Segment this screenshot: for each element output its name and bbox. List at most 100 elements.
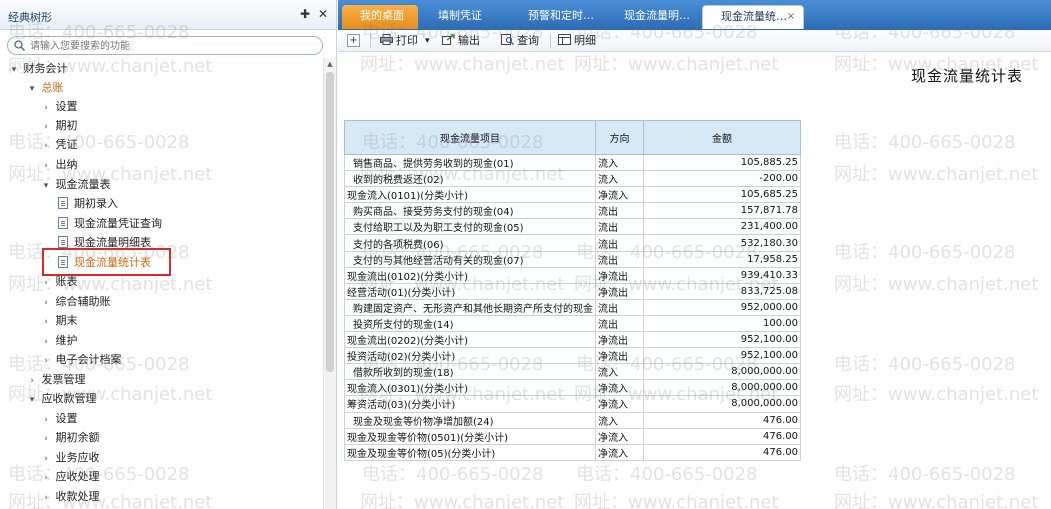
cell-item[interactable]: 现金流出(0202)(分类小计) — [344, 331, 596, 349]
cell-amount[interactable]: 105,685.25 — [643, 186, 801, 204]
cell-item[interactable]: 经营活动(01)(分类小计) — [344, 282, 596, 300]
cell-direction[interactable]: 流入 — [595, 363, 644, 381]
cell-direction[interactable]: 净流出 — [595, 282, 644, 300]
chevron-right-icon[interactable]: › — [40, 489, 52, 507]
tab-alerts-timing[interactable]: 预警和定时… — [510, 5, 606, 29]
cell-item[interactable]: 现金及现金等价物(05)(分类小计) — [344, 443, 596, 461]
scroll-up-arrow-icon[interactable]: ▲ — [324, 58, 336, 70]
close-panel-icon[interactable]: ✕ — [316, 7, 330, 21]
cell-amount[interactable]: 833,725.08 — [643, 282, 801, 300]
cell-direction[interactable]: 净流入 — [595, 395, 644, 413]
tree-node-business-receivable[interactable]: › 业务应收 — [40, 449, 99, 468]
table-row[interactable]: 销售商品、提供劳务收到的现金(01) 流入 105,885.25 — [344, 153, 801, 172]
cell-item[interactable]: 支付给职工以及为职工支付的现金(05) — [344, 218, 596, 236]
cell-amount[interactable]: 105,885.25 — [643, 153, 801, 172]
cell-direction[interactable]: 流入 — [595, 170, 644, 188]
tree-node-opening[interactable]: › 期初 — [40, 117, 77, 135]
query-button[interactable]: 查询 — [501, 33, 539, 49]
column-header-item[interactable]: 现金流量项目 — [344, 120, 596, 155]
export-button[interactable]: 输出 — [442, 33, 480, 49]
tree-scrollbar[interactable]: ▲ — [323, 58, 336, 509]
tab-fill-voucher[interactable]: 填制凭证 — [420, 5, 510, 29]
tree-node-maintenance[interactable]: › 维护 — [40, 332, 77, 351]
cell-item[interactable]: 投资所支付的现金(14) — [344, 314, 596, 333]
table-row[interactable]: 支付的各项税费(06) 流出 532,180.30 — [344, 234, 801, 252]
cell-item[interactable]: 现金流入(0101)(分类小计) — [344, 186, 596, 204]
cell-amount[interactable]: -200.00 — [643, 170, 801, 188]
table-row[interactable]: 现金及现金等价物(05)(分类小计) 净流入 476.00 — [344, 443, 801, 461]
column-header-direction[interactable]: 方向 — [595, 120, 644, 155]
tree-node-settings[interactable]: › 设置 — [40, 98, 77, 117]
cell-direction[interactable]: 流入 — [595, 411, 644, 429]
chevron-right-icon[interactable]: › — [40, 352, 52, 370]
cell-amount[interactable]: 952,100.00 — [643, 331, 801, 349]
table-row[interactable]: 现金及现金等价物(0501)(分类小计) 净流入 476.00 — [344, 427, 801, 445]
cell-item[interactable]: 现金流出(0102)(分类小计) — [344, 266, 596, 284]
table-row[interactable]: 支付的与其他经营活动有关的现金(07) 流出 17,958.25 — [344, 250, 801, 268]
chevron-right-icon[interactable]: › — [40, 450, 52, 468]
chevron-right-icon[interactable]: › — [40, 157, 52, 175]
cell-amount[interactable]: 939,410.33 — [643, 266, 801, 284]
cell-item[interactable]: 支付的各项税费(06) — [344, 234, 596, 252]
chevron-right-icon[interactable]: › — [40, 333, 52, 351]
cell-direction[interactable]: 净流出 — [595, 266, 644, 284]
cell-amount[interactable]: 532,180.30 — [643, 234, 801, 252]
tree-node-opening-entry[interactable]: 期初录入 — [58, 195, 118, 213]
tab-cash-flow-summary[interactable]: 现金流量统… × — [702, 5, 804, 29]
table-row[interactable]: 现金及现金等价物净增加额(24) 流入 476.00 — [344, 411, 801, 429]
tree-node-cashier[interactable]: › 出纳 — [40, 156, 77, 175]
table-row[interactable]: 收到的税费返还(02) 流入 -200.00 — [344, 170, 801, 188]
tree-node-cash-flow-voucher-query[interactable]: 现金流量凭证查询 — [58, 215, 162, 233]
cell-amount[interactable]: 231,400.00 — [643, 218, 801, 236]
tree-node-e-archive[interactable]: › 电子会计档案 — [40, 351, 121, 370]
cell-direction[interactable]: 流出 — [595, 298, 644, 316]
tree-node-invoice-management[interactable]: › 发票管理 — [26, 371, 85, 390]
cell-item[interactable]: 现金流入(0301)(分类小计) — [344, 379, 596, 397]
chevron-right-icon[interactable]: › — [40, 294, 52, 312]
table-row[interactable]: 筹资活动(03)(分类小计) 净流入 8,000,000.00 — [344, 395, 801, 413]
cell-direction[interactable]: 流出 — [595, 314, 644, 333]
cell-amount[interactable]: 157,871.78 — [643, 202, 801, 220]
cell-amount[interactable]: 952,100.00 — [643, 347, 801, 365]
cell-direction[interactable]: 净流入 — [595, 186, 644, 204]
tree-node-cash-flow-statement[interactable]: ▾ 现金流量表 — [40, 176, 111, 194]
cell-direction[interactable]: 流出 — [595, 202, 644, 220]
tab-cash-flow-detail[interactable]: 现金流量明… — [606, 5, 702, 29]
chevron-right-icon[interactable]: › — [40, 274, 52, 292]
table-row[interactable]: 支付给职工以及为职工支付的现金(05) 流出 231,400.00 — [344, 218, 801, 236]
chevron-down-icon[interactable]: ▾ — [26, 391, 38, 409]
function-search-box[interactable] — [7, 36, 323, 55]
cell-direction[interactable]: 净流入 — [595, 427, 644, 445]
chevron-right-icon[interactable]: › — [40, 99, 52, 117]
chevron-right-icon[interactable]: › — [26, 372, 38, 390]
pin-icon[interactable]: ✚ — [298, 7, 312, 21]
chevron-down-icon[interactable]: ▾ — [8, 61, 20, 79]
cell-item[interactable]: 现金及现金等价物(0501)(分类小计) — [344, 427, 596, 445]
tree-node-general-ledger[interactable]: ▾ 总账 — [26, 79, 64, 97]
cell-direction[interactable]: 净流入 — [595, 379, 644, 397]
cell-item[interactable]: 购买商品、接受劳务支付的现金(04) — [344, 202, 596, 220]
column-header-amount[interactable]: 金额 — [643, 120, 801, 155]
cell-amount[interactable]: 8,000,000.00 — [643, 395, 801, 413]
table-row[interactable]: 现金流入(0301)(分类小计) 净流入 8,000,000.00 — [344, 379, 801, 397]
tree-node-financial-accounting[interactable]: ▾ 财务会计 — [8, 60, 68, 78]
chevron-right-icon[interactable]: › — [40, 313, 52, 331]
cell-amount[interactable]: 952,000.00 — [643, 298, 801, 316]
cell-item[interactable]: 购建固定资产、无形资产和其他长期资产所支付的现金 — [344, 298, 596, 316]
cell-amount[interactable]: 476.00 — [643, 427, 801, 445]
expand-button[interactable]: + — [347, 34, 360, 47]
table-row[interactable]: 购买商品、接受劳务支付的现金(04) 流出 157,871.78 — [344, 202, 801, 220]
chevron-right-icon[interactable]: › — [40, 137, 52, 155]
cell-amount[interactable]: 8,000,000.00 — [643, 363, 801, 381]
tree-node-receivables-settings[interactable]: › 设置 — [40, 410, 77, 428]
table-row[interactable]: 投资活动(02)(分类小计) 净流出 952,100.00 — [344, 347, 801, 365]
function-search-input[interactable] — [30, 39, 315, 53]
print-dropdown-icon[interactable]: ▾ — [425, 33, 430, 49]
cell-direction[interactable]: 净流出 — [595, 331, 644, 349]
tree-node-auxiliary-ledger[interactable]: › 综合辅助账 — [40, 293, 110, 312]
chevron-down-icon[interactable]: ▾ — [26, 80, 38, 98]
cell-amount[interactable]: 100.00 — [643, 314, 801, 333]
tree-node-opening-balance[interactable]: › 期初余额 — [40, 429, 99, 447]
table-row[interactable]: 现金流入(0101)(分类小计) 净流入 105,685.25 — [344, 186, 801, 204]
cell-item[interactable]: 销售商品、提供劳务收到的现金(01) — [344, 153, 596, 172]
